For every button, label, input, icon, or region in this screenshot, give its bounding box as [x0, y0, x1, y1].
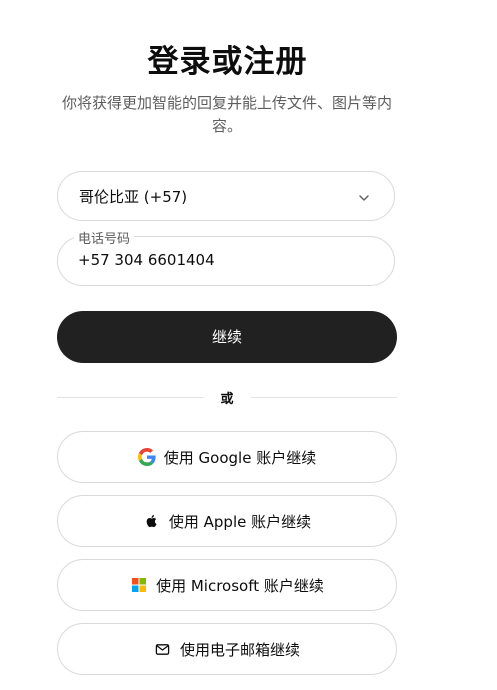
or-divider: 或: [57, 387, 397, 407]
email-login-label: 使用电子邮箱继续: [179, 640, 300, 659]
microsoft-login-label: 使用 Microsoft 账户继续: [156, 576, 324, 595]
microsoft-login-button[interactable]: 使用 Microsoft 账户继续: [57, 559, 397, 611]
page-subtitle: 你将获得更加智能的回复并能上传文件、图片等内容。: [61, 94, 392, 135]
email-login-button[interactable]: 使用电子邮箱继续: [57, 623, 397, 675]
divider-line-right: [251, 397, 397, 398]
country-select-value: 哥伦比亚 (+57): [79, 188, 188, 206]
google-login-label: 使用 Google 账户继续: [163, 448, 317, 467]
phone-input[interactable]: [78, 251, 368, 269]
page-title: 登录或注册: [147, 44, 308, 80]
country-select[interactable]: 哥伦比亚 (+57): [57, 171, 395, 221]
google-icon: [137, 448, 156, 466]
apple-login-button[interactable]: 使用 Apple 账户继续: [57, 495, 397, 547]
microsoft-icon: [130, 576, 148, 594]
apple-icon: [143, 512, 161, 530]
phone-field-label: 电话号码: [74, 228, 135, 247]
google-login-button[interactable]: 使用 Google 账户继续: [57, 431, 397, 483]
mail-icon: [154, 640, 172, 658]
apple-login-label: 使用 Apple 账户继续: [168, 512, 312, 531]
login-page: 登录或注册 你将获得更加智能的回复并能上传文件、图片等内容。 哥伦比亚 (+57…: [0, 0, 497, 690]
continue-button[interactable]: 继续: [57, 311, 397, 363]
phone-field: 电话号码: [57, 228, 395, 286]
chevron-down-icon: [358, 189, 370, 201]
